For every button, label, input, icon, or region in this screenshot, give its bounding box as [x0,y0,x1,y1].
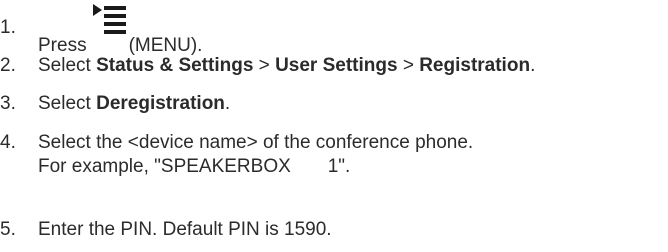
step-text: . [224,93,231,114]
step-text: Select [38,93,97,114]
step-text: . [530,55,536,76]
step-text: Select the <device name> of the conferen… [38,132,474,153]
step-3-body: Select Deregistration. [38,92,230,116]
step-4-body: Select the <device name> of the conferen… [38,131,473,179]
step-text: Select [38,55,97,76]
step-number: 3. [0,93,16,114]
menu-path-registration: Registration [419,55,531,76]
step-1-body: Press (MENU). [38,4,203,58]
step-2-body: Select Status & Settings > User Settings… [38,54,535,78]
menu-icon [92,4,127,54]
path-separator: > [253,55,276,76]
path-separator: > [397,55,420,76]
step-number: 4. [0,132,16,153]
menu-path-user-settings: User Settings [275,55,398,76]
step-number: 5. [0,219,16,240]
menu-item-deregistration: Deregistration [96,93,225,114]
step-text: (MENU). [128,35,203,56]
step-example: For example, "SPEAKERBOX 1". [38,156,351,177]
step-number: 2. [0,55,16,76]
step-number: 1. [0,17,16,38]
step-text: Press [38,35,87,56]
step-5-body: Enter the PIN. Default PIN is 1590. [38,219,332,240]
menu-path-status-settings: Status & Settings [96,55,254,76]
